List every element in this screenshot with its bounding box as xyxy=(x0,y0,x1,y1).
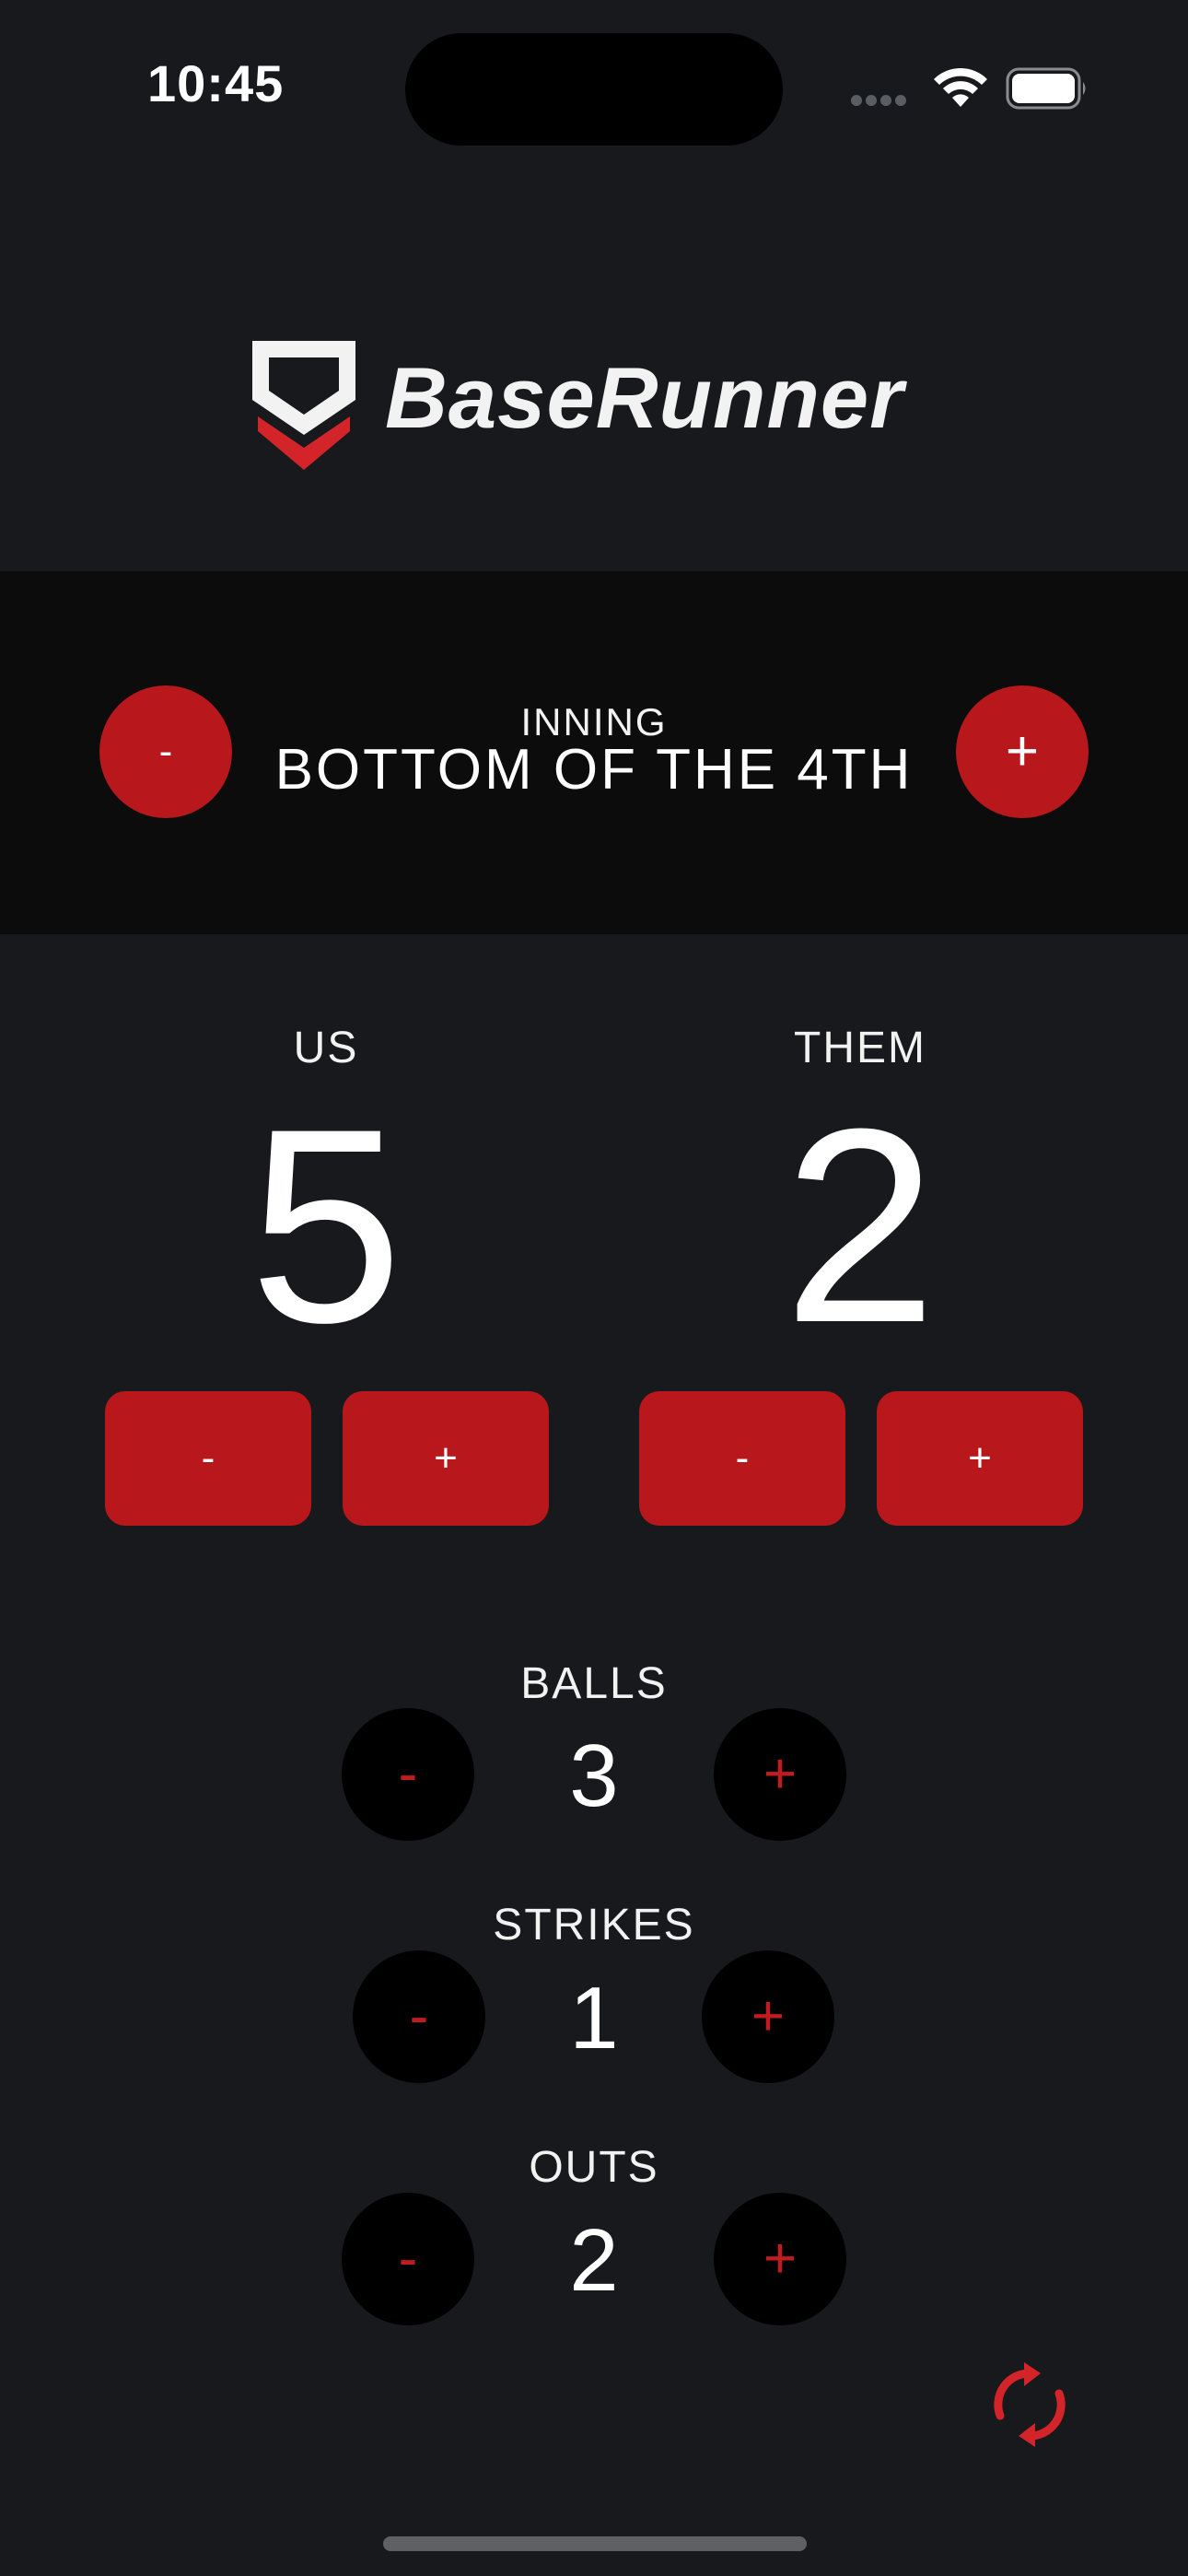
refresh-icon[interactable] xyxy=(987,2362,1072,2447)
team-them-name: THEM xyxy=(794,1024,926,1072)
plus-icon: + xyxy=(763,2227,798,2290)
minus-icon: - xyxy=(398,2227,418,2290)
minus-icon: - xyxy=(201,1435,215,1481)
cellular-signal-icon xyxy=(851,94,912,107)
strikes-increment-button[interactable]: + xyxy=(702,1950,834,2083)
plus-icon: + xyxy=(968,1435,992,1481)
plus-icon: + xyxy=(763,1742,798,1806)
team-them-decrement-button[interactable]: - xyxy=(639,1391,845,1526)
plus-icon: + xyxy=(434,1435,458,1481)
team-us-score: 5 xyxy=(249,1071,403,1380)
minus-icon: - xyxy=(409,1985,429,2048)
minus-icon: - xyxy=(735,1435,750,1481)
team-us-decrement-button[interactable]: - xyxy=(105,1391,311,1526)
wifi-icon xyxy=(934,67,987,107)
team-them-score: 2 xyxy=(783,1071,938,1380)
inning-increment-button[interactable]: + xyxy=(956,685,1089,818)
balls-label: BALLS xyxy=(520,1659,668,1708)
dynamic-island xyxy=(405,33,783,146)
home-indicator xyxy=(383,2536,807,2551)
status-time: 10:45 xyxy=(147,54,285,112)
outs-increment-button[interactable]: + xyxy=(714,2193,846,2325)
balls-decrement-button[interactable]: - xyxy=(342,1708,474,1841)
balls-increment-button[interactable]: + xyxy=(714,1708,846,1841)
team-us-increment-button[interactable]: + xyxy=(343,1391,549,1526)
team-them-increment-button[interactable]: + xyxy=(877,1391,1083,1526)
home-plate-chevron-icon xyxy=(252,341,355,470)
strikes-value: 1 xyxy=(569,1969,619,2067)
balls-value: 3 xyxy=(569,1727,619,1825)
strikes-label: STRIKES xyxy=(493,1901,695,1950)
strikes-decrement-button[interactable]: - xyxy=(353,1950,485,2083)
plus-icon: + xyxy=(1005,720,1040,783)
outs-decrement-button[interactable]: - xyxy=(342,2193,474,2325)
minus-icon: - xyxy=(398,1742,418,1806)
battery-full-icon xyxy=(1006,67,1086,110)
outs-label: OUTS xyxy=(529,2143,659,2192)
brand-logo-text: BaseRunner xyxy=(385,349,904,446)
plus-icon: + xyxy=(751,1985,786,2048)
team-us-name: US xyxy=(293,1024,359,1072)
outs-value: 2 xyxy=(569,2211,619,2310)
